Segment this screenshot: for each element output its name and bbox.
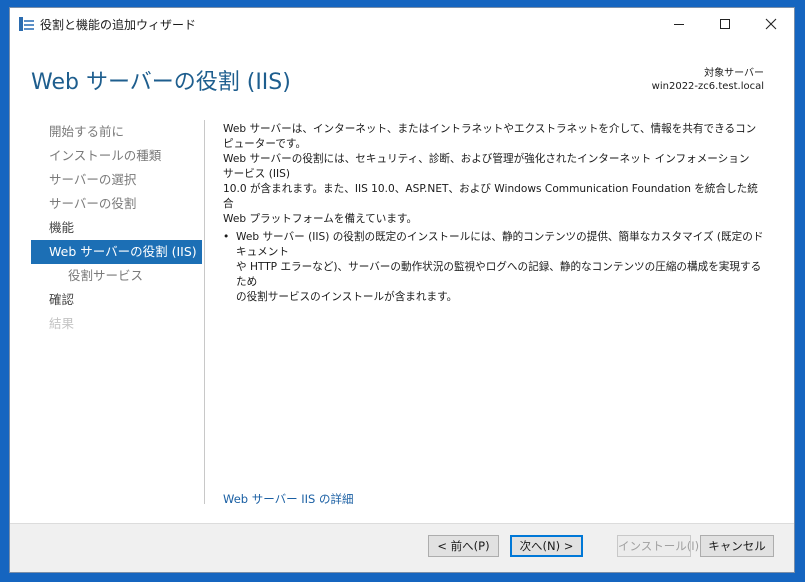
description-line: Web プラットフォームを備えています。 xyxy=(223,213,418,225)
window-title: 役割と機能の追加ウィザード xyxy=(40,18,197,32)
nav-item-results: 結果 xyxy=(49,316,75,331)
maximize-button[interactable] xyxy=(702,8,748,40)
minimize-icon xyxy=(674,24,684,25)
cancel-button[interactable]: キャンセル xyxy=(700,535,774,557)
target-server-info: 対象サーバー win2022-zc6.test.local xyxy=(652,67,764,93)
bullet-icon: • xyxy=(223,231,230,243)
page-title: Web サーバーの役割 (IIS) xyxy=(31,70,291,95)
install-button[interactable]: インストール(I) xyxy=(617,535,699,557)
nav-item-server-selection[interactable]: サーバーの選択 xyxy=(31,168,202,192)
nav-divider xyxy=(204,120,205,504)
target-server-label: 対象サーバー xyxy=(704,68,764,79)
wizard-window: 役割と機能の追加ウィザード Web サーバーの役割 (IIS) 対象サーバー w… xyxy=(9,7,795,573)
close-button[interactable] xyxy=(748,8,794,40)
close-icon xyxy=(765,18,777,30)
description-line: Web サーバーは、インターネット、またはイントラネットやエクストラネットを介し… xyxy=(223,123,757,150)
nav-item-role-services[interactable]: 役割サービス xyxy=(31,264,202,288)
nav-item-before-you-begin[interactable]: 開始する前に xyxy=(31,120,202,144)
title-bar[interactable]: 役割と機能の追加ウィザード xyxy=(10,8,794,40)
description-line: 10.0 が含まれます。また、IIS 10.0、ASP.NET、および Wind… xyxy=(223,183,758,210)
server-manager-icon xyxy=(19,17,34,31)
next-button[interactable]: 次へ(N) > xyxy=(510,535,583,557)
description-line: Web サーバーの役割には、セキュリティ、診断、および管理が強化されたインターネ… xyxy=(223,153,750,180)
minimize-button[interactable] xyxy=(656,8,702,40)
button-bar: < 前へ(P) 次へ(N) > インストール(I) キャンセル xyxy=(10,523,794,572)
nav-item-features[interactable]: 機能 xyxy=(31,216,202,240)
maximize-icon xyxy=(720,19,730,29)
bullet-line: の役割サービスのインストールが含まれます。 xyxy=(236,291,458,303)
iis-details-link[interactable]: Web サーバー IIS の詳細 xyxy=(223,491,354,507)
wizard-nav: 開始する前に インストールの種類 サーバーの選択 サーバーの役割 機能 Web … xyxy=(31,120,202,336)
role-description: Web サーバーは、インターネット、またはイントラネットやエクストラネットを介し… xyxy=(223,122,763,227)
bullet-text: Web サーバー (IIS) の役割の既定のインストールには、静的コンテンツの提… xyxy=(236,230,771,305)
nav-item-confirmation[interactable]: 確認 xyxy=(31,288,202,312)
bullet-line: Web サーバー (IIS) の役割の既定のインストールには、静的コンテンツの提… xyxy=(236,231,764,258)
bullet-line: や HTTP エラーなど)、サーバーの動作状況の監視やログへの記録、静的なコンテ… xyxy=(236,261,762,288)
default-install-note: • Web サーバー (IIS) の役割の既定のインストールには、静的コンテンツ… xyxy=(223,230,771,305)
nav-item-web-server-role[interactable]: Web サーバーの役割 (IIS) xyxy=(31,240,202,264)
nav-item-server-roles[interactable]: サーバーの役割 xyxy=(31,192,202,216)
target-server-name: win2022-zc6.test.local xyxy=(651,81,764,92)
previous-button[interactable]: < 前へ(P) xyxy=(428,535,499,557)
nav-item-installation-type[interactable]: インストールの種類 xyxy=(31,144,202,168)
